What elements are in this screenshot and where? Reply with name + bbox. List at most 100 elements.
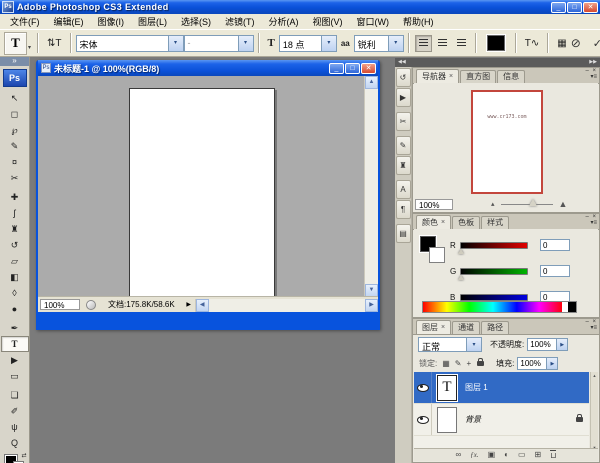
close-button[interactable]: ✕ <box>583 1 598 13</box>
layer-name[interactable]: 图层 1 <box>465 382 488 393</box>
tab-paths[interactable]: 路径 <box>481 321 510 334</box>
maximize-button[interactable]: □ <box>567 1 582 13</box>
panel-menu-lines-icon[interactable]: ≡ <box>593 220 597 226</box>
tool-clone-stamp[interactable]: ♜ <box>1 221 29 237</box>
brushes-panel-icon[interactable]: ✎ <box>395 136 411 155</box>
tool-slice[interactable]: ✂ <box>1 170 29 186</box>
dock-collapse-right-icon[interactable]: ▶▶ <box>589 58 597 67</box>
doc-close-button[interactable]: ✕ <box>361 62 376 74</box>
opacity-field[interactable]: 100% <box>527 337 558 351</box>
font-size-select[interactable]: 18 点 ▾ <box>278 34 337 52</box>
tab-info[interactable]: 信息 <box>497 70 526 83</box>
tab-color[interactable]: 颜色 × <box>416 215 452 229</box>
text-orientation-icon[interactable]: ⇅T <box>47 38 62 49</box>
tool-history-brush[interactable]: ↺ <box>1 237 29 253</box>
tab-navigator[interactable]: 导航器 × <box>416 69 460 83</box>
menu-layer[interactable]: 图层(L) <box>131 15 174 28</box>
navigator-zoom-field[interactable]: 100% <box>415 198 453 210</box>
tool-notes[interactable]: ❏ <box>1 387 29 403</box>
history-panel-icon[interactable]: ↺ <box>395 68 411 87</box>
chevron-down-icon[interactable]: ▾ <box>387 35 403 51</box>
tab-close-icon[interactable]: × <box>441 216 445 229</box>
minimize-button[interactable]: _ <box>551 1 566 13</box>
navigator-view-box[interactable]: www.cr173.com <box>471 90 543 194</box>
tool-rectangle-shape[interactable]: ▭ <box>1 368 29 384</box>
chevron-down-icon[interactable]: ▾ <box>320 35 336 51</box>
red-slider[interactable] <box>460 241 528 249</box>
swap-colors-icon[interactable]: ⇄ <box>21 452 26 459</box>
red-slider-thumb[interactable] <box>458 248 464 254</box>
clone-source-panel-icon[interactable]: ♜ <box>395 156 411 175</box>
tab-close-icon[interactable]: × <box>441 321 445 334</box>
layer-row-layer-1[interactable]: T 图层 1 <box>414 372 589 404</box>
layer-thumbnail[interactable]: T <box>437 374 457 401</box>
tool-eyedropper[interactable]: ✐ <box>1 403 29 419</box>
font-family-select[interactable]: 宋体 ▾ <box>75 34 184 52</box>
background-color-swatch[interactable] <box>429 247 445 263</box>
tab-channels[interactable]: 通道 <box>452 321 481 334</box>
tab-styles[interactable]: 样式 <box>481 216 510 229</box>
zoom-out-icon[interactable]: ▴ <box>491 200 495 208</box>
visibility-cell[interactable] <box>414 372 432 403</box>
tool-crop[interactable]: ¤ <box>1 154 29 170</box>
tool-pen[interactable]: ✒ <box>1 320 29 336</box>
layer-row-background[interactable]: 背景 <box>414 404 589 436</box>
scroll-up-icon[interactable]: ▲ <box>365 76 378 89</box>
doc-maximize-button[interactable]: □ <box>345 62 360 74</box>
spectrum-black-swatch[interactable] <box>568 301 577 313</box>
zoom-in-icon[interactable]: ▲ <box>559 199 568 209</box>
scroll-left-icon[interactable]: ◀ <box>195 299 209 312</box>
tool-dodge[interactable]: ● <box>1 301 29 317</box>
menu-edit[interactable]: 编辑(E) <box>47 15 91 28</box>
fill-arrow-icon[interactable]: ▶ <box>547 356 559 370</box>
panel-minimize-icon[interactable]: ‒ <box>585 319 589 325</box>
zoom-level-field[interactable]: 100% <box>40 299 80 310</box>
green-slider[interactable] <box>460 267 528 275</box>
chevron-down-icon[interactable]: ▾ <box>237 35 253 51</box>
menu-filter[interactable]: 滤镜(T) <box>218 15 262 28</box>
new-layer-icon[interactable]: ⊞ <box>535 450 542 460</box>
tool-horizontal-type[interactable]: T <box>0 336 29 352</box>
green-slider-thumb[interactable] <box>458 274 464 280</box>
blend-mode-select[interactable]: 正常 ▾ <box>418 336 482 352</box>
lock-pixels-icon[interactable]: ✎ <box>455 359 462 368</box>
visibility-cell[interactable] <box>414 404 432 435</box>
vertical-scrollbar[interactable]: ▲ ▼ <box>364 76 378 297</box>
scroll-right-icon[interactable]: ▶ <box>365 299 378 312</box>
tool-move[interactable]: ↖ <box>1 90 29 106</box>
panel-minimize-icon[interactable]: ‒ <box>585 214 589 220</box>
eye-icon[interactable] <box>416 383 429 392</box>
actions-panel-icon[interactable]: ▶ <box>395 88 411 107</box>
adjustment-layer-icon[interactable]: ◐ <box>504 450 509 460</box>
layer-mask-icon[interactable]: ▣ <box>488 450 496 460</box>
layer-thumbnail[interactable] <box>437 406 457 433</box>
fill-field[interactable]: 100% <box>517 356 548 370</box>
color-spectrum-ramp[interactable] <box>422 301 564 313</box>
red-value-field[interactable]: 0 <box>540 239 570 251</box>
tool-blur[interactable]: ◊ <box>1 285 29 301</box>
paragraph-panel-icon[interactable]: ¶ <box>395 200 411 219</box>
tool-spot-healing-brush[interactable]: ✚ <box>1 189 29 205</box>
green-value-field[interactable]: 0 <box>540 265 570 277</box>
opacity-arrow-icon[interactable]: ▶ <box>557 337 569 351</box>
menu-view[interactable]: 视图(V) <box>306 15 350 28</box>
warp-text-icon[interactable]: T∿ <box>525 38 540 49</box>
link-layers-icon[interactable]: ∞ <box>456 450 462 460</box>
document-titlebar[interactable]: Ps 未标题-1 @ 100%(RGB/8) _ □ ✕ <box>38 60 378 76</box>
tool-path-selection[interactable]: ▶ <box>1 352 29 368</box>
toggle-palettes-icon[interactable]: ▦ <box>557 38 566 49</box>
eye-icon[interactable] <box>416 415 429 424</box>
tool-zoom[interactable]: Q <box>1 435 29 451</box>
panel-minimize-icon[interactable]: ‒ <box>585 68 589 74</box>
text-color-swatch[interactable] <box>485 34 506 52</box>
type-tool-icon[interactable]: T <box>4 31 27 55</box>
menu-analysis[interactable]: 分析(A) <box>262 15 306 28</box>
doc-minimize-button[interactable]: _ <box>329 62 344 74</box>
layer-name[interactable]: 背景 <box>465 414 481 425</box>
font-style-select[interactable]: - ▾ <box>183 34 254 52</box>
tool-gradient[interactable]: ◧ <box>1 269 29 285</box>
layer-comps-panel-icon[interactable]: ▤ <box>395 224 411 243</box>
zoom-slider-thumb[interactable] <box>528 198 537 206</box>
tool-presets-panel-icon[interactable]: ✂ <box>395 112 411 131</box>
delete-layer-icon[interactable]: ⊔ <box>550 449 557 461</box>
